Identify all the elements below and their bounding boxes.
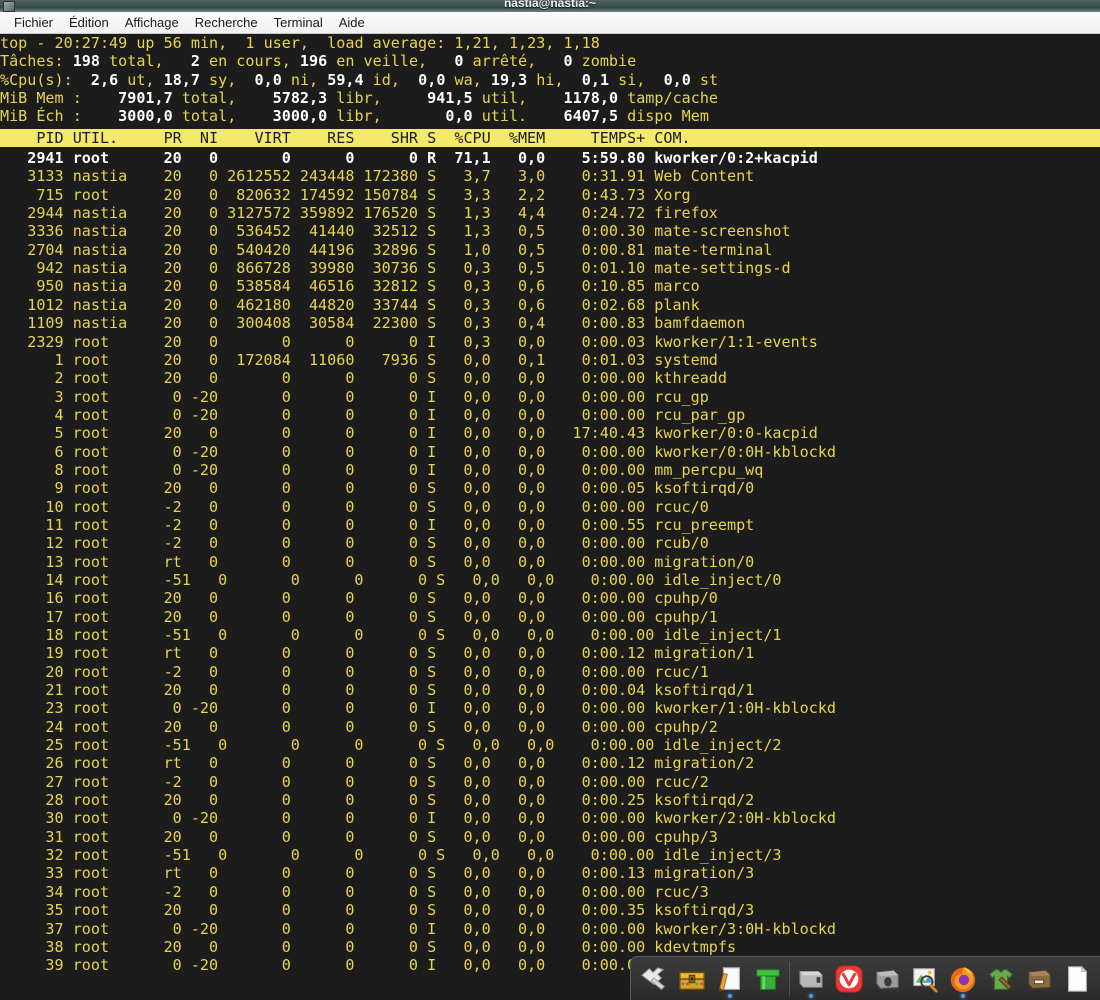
table-row[interactable]: 4 root 0 -20 0 0 0 I 0,0 0,0 0:00.00 rcu… xyxy=(0,406,1100,424)
table-row[interactable]: 26 root rt 0 0 0 0 S 0,0 0,0 0:00.12 mig… xyxy=(0,754,1100,772)
white-page-icon xyxy=(1062,964,1092,994)
vivaldi-icon xyxy=(834,964,864,994)
menubar: Fichier Édition Affichage Recherche Term… xyxy=(0,12,1100,34)
top-swap-line: MiB Éch : 3000,0 total, 3000,0 libr, 0,0… xyxy=(0,107,709,126)
table-row[interactable]: 24 root 20 0 0 0 0 S 0,0 0,0 0:00.00 cpu… xyxy=(0,718,1100,736)
stone-block-icon xyxy=(796,964,826,994)
dock-item-archive[interactable] xyxy=(868,959,906,999)
table-row[interactable]: 11 root -2 0 0 0 0 I 0,0 0,0 0:00.55 rcu… xyxy=(0,516,1100,534)
table-row[interactable]: 30 root 0 -20 0 0 0 I 0,0 0,0 0:00.00 kw… xyxy=(0,809,1100,827)
table-row[interactable]: 950 nastia 20 0 538584 46516 32812 S 0,3… xyxy=(0,277,1100,295)
dock-item-trash[interactable] xyxy=(1058,959,1096,999)
green-shirt-icon xyxy=(986,964,1016,994)
table-row[interactable]: 31 root 20 0 0 0 0 S 0,0 0,0 0:00.00 cpu… xyxy=(0,828,1100,846)
table-row[interactable]: 38 root 20 0 0 0 0 S 0,0 0,0 0:00.00 kde… xyxy=(0,938,1100,956)
process-table-body: 2941 root 20 0 0 0 0 R 71,1 0,0 5:59.80 … xyxy=(0,149,1100,974)
table-row[interactable]: 10 root -2 0 0 0 0 S 0,0 0,0 0:00.00 rcu… xyxy=(0,498,1100,516)
dock-item-files[interactable] xyxy=(792,959,830,999)
brown-block-icon xyxy=(1024,964,1054,994)
table-row[interactable]: 3336 nastia 20 0 536452 41440 32512 S 1,… xyxy=(0,222,1100,240)
top-cpu-line: %Cpu(s): 2,6 ut, 18,7 sy, 0,0 ni, 59,4 i… xyxy=(0,70,719,89)
running-indicator xyxy=(728,993,732,998)
table-row[interactable]: 2329 root 20 0 0 0 0 I 0,3 0,0 0:00.03 k… xyxy=(0,333,1100,351)
dock-item-pipe[interactable] xyxy=(749,959,787,999)
menu-recherche[interactable]: Recherche xyxy=(187,13,266,32)
chest-icon xyxy=(677,964,707,994)
top-tasks-line: Tâches: 198 total, 2 en cours, 196 en ve… xyxy=(0,52,637,71)
table-row[interactable]: 19 root rt 0 0 0 0 S 0,0 0,0 0:00.12 mig… xyxy=(0,644,1100,662)
table-row[interactable]: 34 root -2 0 0 0 0 S 0,0 0,0 0:00.00 rcu… xyxy=(0,883,1100,901)
table-row[interactable]: 6 root 0 -20 0 0 0 I 0,0 0,0 0:00.00 kwo… xyxy=(0,443,1100,461)
table-row[interactable]: 3 root 0 -20 0 0 0 I 0,0 0,0 0:00.00 rcu… xyxy=(0,388,1100,406)
dock-item-vivaldi[interactable] xyxy=(830,959,868,999)
picture-magnifier-icon xyxy=(910,964,940,994)
grey-block-icon xyxy=(872,964,902,994)
table-row[interactable]: 17 root 20 0 0 0 0 S 0,0 0,0 0:00.00 cpu… xyxy=(0,608,1100,626)
table-row[interactable]: 25 root -51 0 0 0 0 S 0,0 0,0 0:00.00 id… xyxy=(0,736,1100,754)
dock-item-text-editor[interactable] xyxy=(711,959,749,999)
table-row[interactable]: 32 root -51 0 0 0 0 S 0,0 0,0 0:00.00 id… xyxy=(0,846,1100,864)
top-summary: top - 20:27:49 up 56 min, 1 user, load a… xyxy=(0,34,1100,126)
table-row[interactable]: 2 root 20 0 0 0 0 S 0,0 0,0 0:00.00 kthr… xyxy=(0,369,1100,387)
dock-item-image-viewer[interactable] xyxy=(906,959,944,999)
table-row[interactable]: 9 root 20 0 0 0 0 S 0,0 0,0 0:00.05 ksof… xyxy=(0,479,1100,497)
running-indicator xyxy=(961,993,965,998)
menu-aide[interactable]: Aide xyxy=(331,13,373,32)
table-row[interactable]: 2941 root 20 0 0 0 0 R 71,1 0,0 5:59.80 … xyxy=(0,149,1100,167)
table-row[interactable]: 16 root 20 0 0 0 0 S 0,0 0,0 0:00.00 cpu… xyxy=(0,589,1100,607)
terminal-output[interactable]: top - 20:27:49 up 56 min, 1 user, load a… xyxy=(0,34,1100,1000)
table-row[interactable]: 942 nastia 20 0 866728 39980 30736 S 0,3… xyxy=(0,259,1100,277)
table-row[interactable]: 37 root 0 -20 0 0 0 I 0,0 0,0 0:00.00 kw… xyxy=(0,920,1100,938)
table-row[interactable]: 1109 nastia 20 0 300408 30584 22300 S 0,… xyxy=(0,314,1100,332)
green-pipe-icon xyxy=(753,964,783,994)
running-indicator xyxy=(809,993,813,998)
table-row[interactable]: 8 root 0 -20 0 0 0 I 0,0 0,0 0:00.00 mm_… xyxy=(0,461,1100,479)
table-row[interactable]: 12 root -2 0 0 0 0 S 0,0 0,0 0:00.00 rcu… xyxy=(0,534,1100,552)
table-row[interactable]: 23 root 0 -20 0 0 0 I 0,0 0,0 0:00.00 kw… xyxy=(0,699,1100,717)
menu-affichage[interactable]: Affichage xyxy=(117,13,187,32)
dock-item-minecraft-tools[interactable] xyxy=(635,959,673,999)
table-row[interactable]: 3133 nastia 20 0 2612552 243448 172380 S… xyxy=(0,167,1100,185)
screen-root: nastia@nastia:~ Fichier Édition Affichag… xyxy=(0,0,1100,1000)
dock-separator xyxy=(789,961,790,996)
process-table-header: PID UTIL. PR NI VIRT RES SHR S %CPU %MEM… xyxy=(0,128,1100,148)
dock-item-chest[interactable] xyxy=(673,959,711,999)
table-row[interactable]: 27 root -2 0 0 0 0 S 0,0 0,0 0:00.00 rcu… xyxy=(0,773,1100,791)
notes-pencil-icon xyxy=(715,964,745,994)
dock-item-minecraft-launcher[interactable] xyxy=(982,959,1020,999)
dock xyxy=(630,956,1100,1000)
table-row[interactable]: 18 root -51 0 0 0 0 S 0,0 0,0 0:00.00 id… xyxy=(0,626,1100,644)
table-row[interactable]: 715 root 20 0 820632 174592 150784 S 3,3… xyxy=(0,186,1100,204)
table-row[interactable]: 33 root rt 0 0 0 0 S 0,0 0,0 0:00.13 mig… xyxy=(0,864,1100,882)
firefox-icon xyxy=(948,964,978,994)
table-row[interactable]: 28 root 20 0 0 0 0 S 0,0 0,0 0:00.25 kso… xyxy=(0,791,1100,809)
top-memory-line: MiB Mem : 7901,7 total, 5782,3 libr, 941… xyxy=(0,89,719,108)
table-row[interactable]: 35 root 20 0 0 0 0 S 0,0 0,0 0:00.35 kso… xyxy=(0,901,1100,919)
table-row[interactable]: 20 root -2 0 0 0 0 S 0,0 0,0 0:00.00 rcu… xyxy=(0,663,1100,681)
menu-fichier[interactable]: Fichier xyxy=(6,13,61,32)
window-title: nastia@nastia:~ xyxy=(503,0,597,10)
menu-terminal[interactable]: Terminal xyxy=(266,13,331,32)
table-row[interactable]: 21 root 20 0 0 0 0 S 0,0 0,0 0:00.04 kso… xyxy=(0,681,1100,699)
table-row[interactable]: 1012 nastia 20 0 462180 44820 33744 S 0,… xyxy=(0,296,1100,314)
table-row[interactable]: 2944 nastia 20 0 3127572 359892 176520 S… xyxy=(0,204,1100,222)
top-uptime-line: top - 20:27:49 up 56 min, 1 user, load a… xyxy=(0,34,600,52)
dock-item-firefox[interactable] xyxy=(944,959,982,999)
table-row[interactable]: 13 root rt 0 0 0 0 S 0,0 0,0 0:00.00 mig… xyxy=(0,553,1100,571)
table-row[interactable]: 1 root 20 0 172084 11060 7936 S 0,0 0,1 … xyxy=(0,351,1100,369)
table-row[interactable]: 2704 nastia 20 0 540420 44196 32896 S 1,… xyxy=(0,241,1100,259)
table-row[interactable]: 14 root -51 0 0 0 0 S 0,0 0,0 0:00.00 id… xyxy=(0,571,1100,589)
table-row[interactable]: 5 root 20 0 0 0 0 I 0,0 0,0 17:40.43 kwo… xyxy=(0,424,1100,442)
dock-item-crafting-table[interactable] xyxy=(1020,959,1058,999)
menu-edition[interactable]: Édition xyxy=(61,13,117,32)
pickaxe-icon xyxy=(639,964,669,994)
